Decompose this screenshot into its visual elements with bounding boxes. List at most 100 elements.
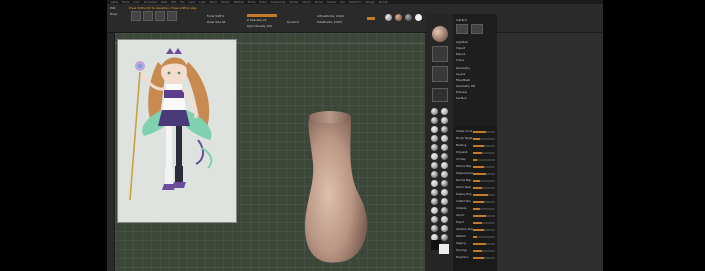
brush-slot-icon[interactable]	[441, 216, 448, 223]
menu-item-geometry[interactable]: Geometry	[456, 66, 470, 70]
texture-thumbnail[interactable]	[167, 11, 177, 21]
material-preview-sphere[interactable]	[432, 26, 448, 42]
subtool-thumbnail-2[interactable]	[471, 24, 483, 34]
panel-slider-row[interactable]: Masking	[455, 144, 495, 148]
panel-slider-track[interactable]	[473, 173, 495, 175]
material-swatch-1[interactable]	[385, 14, 392, 21]
z-intensity-slider[interactable]	[247, 14, 277, 17]
brush-slot-icon[interactable]	[441, 117, 448, 124]
color-swatch[interactable]	[415, 14, 422, 21]
focal-shift-slider-label[interactable]: Focal Shift 0	[207, 14, 224, 18]
panel-slider-track[interactable]	[473, 257, 495, 259]
gizmo-icon[interactable]	[432, 88, 448, 102]
panel-slider-row[interactable]: Texture Map	[455, 165, 495, 169]
material-swatch-3[interactable]	[405, 14, 412, 21]
panel-slider-track[interactable]	[473, 243, 495, 245]
panel-slider-track[interactable]	[473, 152, 495, 154]
brush-slot-icon[interactable]	[441, 162, 448, 169]
brush-slot-icon[interactable]	[431, 126, 438, 133]
brush-slot-icon[interactable]	[441, 135, 448, 142]
panel-slider-row[interactable]: Display Prop	[455, 193, 495, 197]
panel-slider-row[interactable]: ZSketch	[455, 235, 495, 239]
brush-slot-icon[interactable]	[441, 234, 448, 241]
tool-preview[interactable]	[432, 66, 448, 82]
brush-slot-icon[interactable]	[441, 171, 448, 178]
panel-slider-row[interactable]: Projection	[455, 256, 495, 260]
panel-slider-row[interactable]: Rigging	[455, 242, 495, 246]
panel-item-import[interactable]: Import	[456, 46, 465, 50]
panel-slider-row[interactable]: Initialize	[455, 207, 495, 211]
brush-slot-icon[interactable]	[441, 207, 448, 214]
panel-slider-row[interactable]: Visible Count	[455, 130, 495, 134]
brush-slot-icon[interactable]	[431, 108, 438, 115]
menu-item-surface[interactable]: Surface	[456, 96, 467, 100]
sculpt-mesh[interactable]	[285, 107, 405, 271]
edit-mode-button[interactable]: Edit	[110, 6, 115, 10]
material-swatch-2[interactable]	[395, 14, 402, 21]
panel-slider-row[interactable]: Morph Target	[455, 137, 495, 141]
brush-slot-icon[interactable]	[431, 180, 438, 187]
panel-slider-row[interactable]: Export	[455, 221, 495, 225]
brush-slot-icon[interactable]	[431, 144, 438, 151]
menu-item-geometry-hd[interactable]: Geometry HD	[456, 84, 475, 88]
brush-slot-icon[interactable]	[441, 108, 448, 115]
brush-slot-icon[interactable]	[431, 198, 438, 205]
brush-slot-icon[interactable]	[431, 135, 438, 142]
panel-slider-track[interactable]	[473, 201, 495, 203]
menu-item-preview[interactable]: Preview	[456, 90, 467, 94]
brush-slot-icon[interactable]	[431, 189, 438, 196]
brush-slot-icon[interactable]	[431, 207, 438, 214]
brush-slot-icon[interactable]	[441, 225, 448, 232]
panel-slider-track[interactable]	[473, 131, 495, 133]
panel-slider-track[interactable]	[473, 222, 495, 224]
panel-slider-track[interactable]	[473, 194, 495, 196]
panel-slider-track[interactable]	[473, 215, 495, 217]
brush-slot-icon[interactable]	[431, 216, 438, 223]
panel-slider-track[interactable]	[473, 250, 495, 252]
draw-size-slider-label[interactable]: Draw Size 64	[207, 20, 225, 24]
panel-slider-row[interactable]: UV Map	[455, 158, 495, 162]
subtool-thumbnail[interactable]	[456, 24, 468, 34]
secondary-color-swatch[interactable]	[439, 244, 449, 254]
panel-item-clone[interactable]: Clone	[456, 58, 464, 62]
brush-slot-icon[interactable]	[431, 225, 438, 232]
panel-slider-row[interactable]: Polypaint	[455, 151, 495, 155]
brush-slot-icon[interactable]	[431, 153, 438, 160]
menu-item-layers[interactable]: Layers	[456, 72, 465, 76]
brush-slot-icon[interactable]	[441, 144, 448, 151]
panel-slider-row[interactable]: Normal Map	[455, 179, 495, 183]
brush-slot-icon[interactable]	[441, 180, 448, 187]
panel-slider-track[interactable]	[473, 187, 495, 189]
panel-slider-track[interactable]	[473, 145, 495, 147]
brush-preview[interactable]	[432, 46, 448, 62]
panel-slider-track[interactable]	[473, 180, 495, 182]
brush-slot-icon[interactable]	[441, 153, 448, 160]
panel-slider-track[interactable]	[473, 166, 495, 168]
canvas-viewport[interactable]	[115, 33, 425, 271]
panel-slider-row[interactable]: Topology	[455, 249, 495, 253]
dynamic-button[interactable]: Dynamic	[287, 20, 299, 24]
panel-slider-track[interactable]	[473, 236, 495, 238]
brush-thumbnail[interactable]	[131, 11, 141, 21]
panel-slider-track[interactable]	[473, 229, 495, 231]
brush-slot-icon[interactable]	[441, 126, 448, 133]
panel-slider-row[interactable]: Unified Skin	[455, 200, 495, 204]
panel-slider-row[interactable]: Vector Displ	[455, 186, 495, 190]
brush-slot-icon[interactable]	[431, 117, 438, 124]
panel-slider-row[interactable]: Import	[455, 214, 495, 218]
panel-slider-row[interactable]: Adaptive Skin	[455, 228, 495, 232]
rgb-slider[interactable]	[367, 17, 375, 20]
panel-item-export[interactable]: Export	[456, 52, 465, 56]
brush-slot-icon[interactable]	[431, 171, 438, 178]
stroke-thumbnail[interactable]	[143, 11, 153, 21]
draw-mode-button[interactable]: Draw	[110, 12, 117, 16]
brush-slot-icon[interactable]	[431, 162, 438, 169]
panel-item-lightbox[interactable]: Lightbox	[456, 40, 468, 44]
panel-slider-track[interactable]	[473, 159, 495, 161]
panel-slider-track[interactable]	[473, 138, 495, 140]
menu-item-fibermesh[interactable]: FiberMesh	[456, 78, 470, 82]
panel-slider-track[interactable]	[473, 208, 495, 210]
alpha-thumbnail[interactable]	[155, 11, 165, 21]
brush-slot-icon[interactable]	[441, 189, 448, 196]
panel-slider-row[interactable]: Displacement	[455, 172, 495, 176]
